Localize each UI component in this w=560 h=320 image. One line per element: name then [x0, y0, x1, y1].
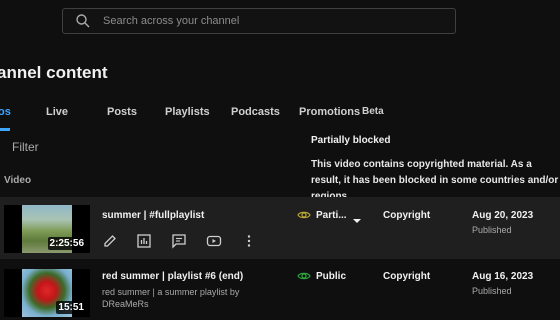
table-row[interactable]: 2:25:56 summer | #fullplaylist Parti... …	[0, 197, 560, 259]
search-input[interactable]	[103, 11, 443, 31]
visibility-dropdown-icon[interactable]	[352, 212, 362, 223]
tab-posts[interactable]: Posts	[107, 106, 137, 118]
upload-date: Aug 20, 2023	[472, 210, 534, 221]
analytics-icon[interactable]	[136, 233, 154, 251]
visibility-status: Public	[316, 271, 347, 282]
duration-badge: 2:25:56	[47, 237, 86, 250]
date-status: Published	[472, 225, 512, 235]
video-thumbnail[interactable]: 15:51	[4, 269, 90, 317]
upload-date: Aug 16, 2023	[472, 271, 534, 282]
video-title[interactable]: red summer | playlist #6 (end)	[102, 271, 243, 282]
table-row[interactable]: 15:51 red summer | playlist #6 (end) red…	[0, 261, 560, 320]
column-header-video[interactable]: Video	[4, 175, 31, 186]
youtube-icon[interactable]	[206, 233, 224, 251]
restriction-status[interactable]: Copyright	[383, 271, 430, 282]
comments-icon[interactable]	[171, 233, 189, 251]
tooltip-title: Partially blocked	[311, 135, 391, 146]
visibility-status: Parti...	[316, 210, 347, 221]
beta-badge: Beta	[362, 106, 384, 117]
search-box[interactable]	[62, 8, 456, 34]
video-thumbnail[interactable]: 2:25:56	[4, 205, 90, 253]
active-tab-indicator	[0, 128, 10, 131]
search-icon	[75, 13, 91, 29]
filter-input[interactable]: Filter	[12, 140, 39, 154]
eye-icon	[297, 269, 311, 283]
video-description: red summer | a summer playlist by DReaMe…	[102, 287, 240, 309]
tab-live[interactable]: Live	[46, 106, 68, 118]
tab-promotions[interactable]: Promotions	[299, 106, 360, 118]
date-status: Published	[472, 286, 512, 296]
tab-playlists[interactable]: Playlists	[165, 106, 210, 118]
video-title[interactable]: summer | #fullplaylist	[102, 210, 204, 221]
more-options-icon[interactable]	[241, 233, 259, 251]
tab-videos[interactable]: os	[0, 106, 11, 118]
duration-badge: 15:51	[56, 301, 86, 314]
page-title: annel content	[0, 63, 108, 82]
tab-podcasts[interactable]: Podcasts	[231, 106, 280, 118]
edit-icon[interactable]	[102, 233, 120, 251]
restriction-status[interactable]: Copyright	[383, 210, 430, 221]
eye-icon	[297, 208, 311, 222]
